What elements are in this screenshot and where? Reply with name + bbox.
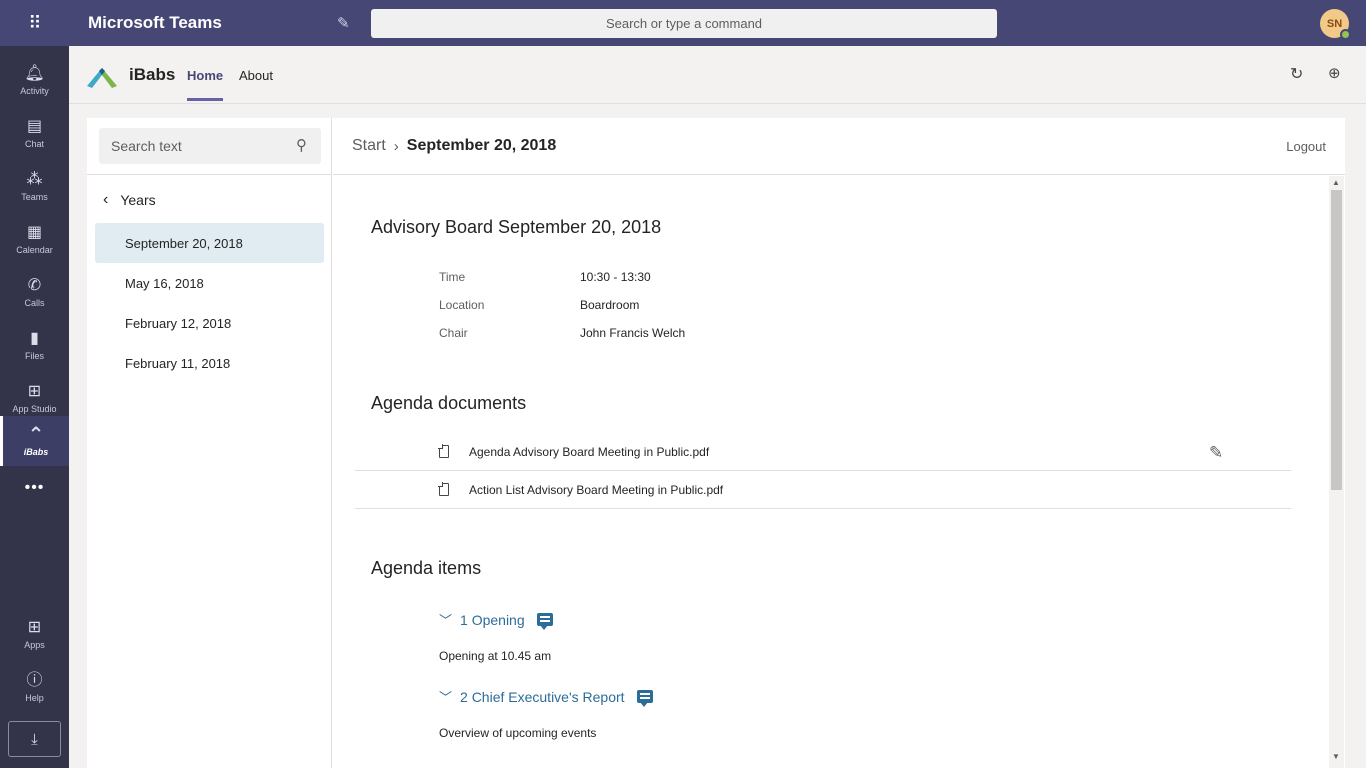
time-label: Time	[439, 270, 466, 284]
agenda-item-toggle[interactable]: ﹀ 1 Opening	[439, 610, 553, 630]
logout-link[interactable]: Logout	[1286, 139, 1326, 154]
chevron-left-icon: ‹	[103, 191, 109, 208]
app-header: iBabs Home About ↻ ⊕	[69, 46, 1366, 104]
chevron-down-icon: ﹀	[439, 690, 453, 705]
document-row[interactable]: Agenda Advisory Board Meeting in Public.…	[355, 433, 1291, 471]
pencil-icon[interactable]: ✎	[1209, 443, 1223, 463]
presence-available-icon	[1340, 29, 1351, 40]
comment-icon[interactable]	[536, 613, 553, 630]
teams-icon: ⁂	[26, 171, 43, 188]
agenda-title: Agenda items	[371, 558, 482, 578]
meeting-detail: Start › September 20, 2018 Logout Adviso…	[333, 118, 1345, 768]
chevron-down-icon: ﹀	[439, 613, 453, 628]
avatar-initials: SN	[1326, 17, 1343, 30]
command-search-input[interactable]: Search or type a command	[371, 9, 997, 38]
tab-home[interactable]: Home	[187, 68, 224, 101]
search-icon[interactable]: ⚲	[296, 136, 307, 154]
chevron-right-icon: ›	[393, 137, 399, 155]
apps-icon: ⊞	[27, 619, 42, 636]
bell-icon: 🔔︎	[24, 65, 45, 82]
documents-title: Agenda documents	[371, 393, 527, 413]
chat-icon: ▤	[26, 118, 43, 135]
rail-item-apps[interactable]: ⊞ Apps	[0, 608, 69, 661]
rail-item-calls[interactable]: ✆ Calls	[0, 266, 69, 319]
years-label: Years	[120, 192, 156, 208]
agenda-item-toggle[interactable]: ﹀ 2 Chief Executive's Report	[439, 687, 653, 707]
agenda-item-heading[interactable]: 1 Opening	[460, 612, 525, 628]
sidebar-divider	[87, 174, 332, 175]
scroll-up-icon[interactable]: ▲	[1332, 178, 1340, 187]
search-placeholder: Search text	[111, 138, 182, 154]
agenda-item-description: Opening at 10.45 am	[439, 649, 552, 663]
years-back-link[interactable]: ‹ Years	[103, 191, 156, 209]
rail-item-calendar[interactable]: ▦ Calendar	[0, 213, 69, 266]
rail-label: Activity	[20, 86, 49, 96]
rail-item-files[interactable]: ▮ Files	[0, 319, 69, 372]
document-icon	[438, 482, 449, 496]
location-label: Location	[439, 298, 485, 312]
calendar-icon: ▦	[26, 224, 43, 241]
app-studio-icon: ⊞	[27, 383, 42, 400]
more-apps-icon[interactable]: •••	[0, 479, 69, 497]
chair-value: John Francis Welch	[580, 326, 686, 340]
breadcrumb: Start › September 20, 2018 Logout	[333, 118, 1345, 175]
document-icon	[438, 444, 449, 458]
date-item[interactable]: February 12, 2018	[95, 303, 324, 343]
teams-top-bar: ⠿ Microsoft Teams ✎ Search or type a com…	[0, 0, 1366, 46]
date-item[interactable]: February 11, 2018	[95, 343, 324, 383]
rail-label: Teams	[21, 192, 48, 202]
rail-label: Apps	[24, 640, 45, 650]
rail-item-help[interactable]: ⓘ Help	[0, 661, 69, 714]
rail-label: Files	[24, 351, 44, 361]
refresh-icon[interactable]: ↻	[1290, 64, 1303, 84]
app-rail: 🔔︎ Activity ▤ Chat ⁂ Teams ▦ Calendar ✆ …	[0, 46, 69, 768]
phone-icon: ✆	[27, 277, 42, 294]
breadcrumb-current: September 20, 2018	[406, 137, 557, 154]
scroll-down-icon[interactable]: ▼	[1332, 752, 1340, 761]
time-value: 10:30 - 13:30	[580, 270, 651, 284]
rail-label: Chat	[24, 139, 44, 149]
rail-label: Help	[25, 693, 44, 703]
content-card: Search text ⚲ ‹ Years September 20, 2018…	[87, 118, 1345, 768]
document-name[interactable]: Action List Advisory Board Meeting in Pu…	[469, 483, 723, 497]
rail-label: Calendar	[16, 245, 53, 255]
meeting-title: Advisory Board September 20, 2018	[371, 217, 662, 237]
rail-item-activity[interactable]: 🔔︎ Activity	[0, 54, 69, 107]
file-icon: ▮	[30, 330, 39, 347]
download-app-icon[interactable]: ⤓	[8, 721, 61, 757]
comment-icon[interactable]	[636, 690, 653, 707]
agenda-item-description: Overview of upcoming events	[439, 726, 597, 740]
date-item[interactable]: May 16, 2018	[95, 263, 324, 303]
rail-item-teams[interactable]: ⁂ Teams	[0, 160, 69, 213]
rail-label: App Studio	[12, 404, 57, 414]
location-value: Boardroom	[580, 298, 640, 312]
breadcrumb-start[interactable]: Start	[352, 137, 386, 155]
ibabs-icon: ⌃	[27, 423, 45, 446]
new-chat-icon[interactable]: ✎	[337, 14, 370, 32]
rail-item-ibabs[interactable]: ⌃ iBabs	[0, 416, 69, 466]
app-name: iBabs	[129, 65, 176, 84]
user-avatar[interactable]: SN	[1320, 9, 1351, 40]
sidebar-search-input[interactable]: Search text ⚲	[99, 128, 321, 164]
app-title: Microsoft Teams	[88, 13, 222, 32]
scroll-thumb[interactable]	[1331, 190, 1342, 490]
date-item-selected[interactable]: September 20, 2018	[95, 223, 324, 263]
rail-item-chat[interactable]: ▤ Chat	[0, 107, 69, 160]
chair-label: Chair	[439, 326, 468, 340]
globe-icon[interactable]: ⊕	[1328, 64, 1341, 82]
meeting-sidebar: Search text ⚲ ‹ Years September 20, 2018…	[87, 118, 332, 768]
help-icon: ⓘ	[26, 672, 43, 689]
ibabs-logo-icon	[87, 68, 117, 88]
app-launcher-icon[interactable]: ⠿	[0, 0, 69, 46]
document-row[interactable]: Action List Advisory Board Meeting in Pu…	[355, 471, 1291, 509]
vertical-scrollbar[interactable]: ▲ ▼	[1329, 176, 1344, 768]
rail-label: Calls	[24, 298, 45, 308]
agenda-item-heading[interactable]: 2 Chief Executive's Report	[460, 689, 625, 705]
document-name[interactable]: Agenda Advisory Board Meeting in Public.…	[469, 445, 709, 459]
tab-about[interactable]: About	[239, 68, 273, 83]
rail-label: iBabs	[23, 446, 49, 457]
